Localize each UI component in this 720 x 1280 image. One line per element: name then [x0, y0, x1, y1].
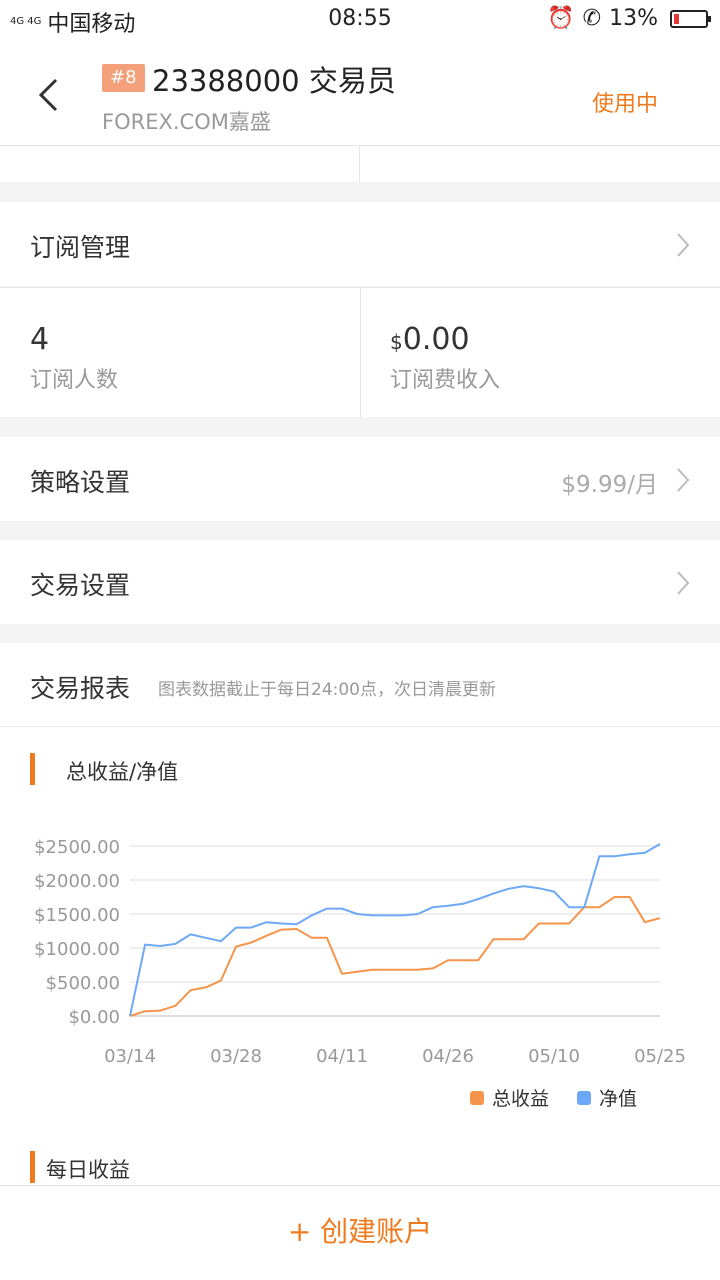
currency-symbol: $ [390, 330, 403, 354]
chevron-right-icon [677, 233, 690, 257]
report-title: 交易报表 [30, 674, 131, 703]
x-tick-label: 05/25 [634, 1046, 686, 1067]
profit-equity-chart: $0.00 $500.00 $1000.00 $1500.00 $2000.00 $250… [34, 837, 686, 1067]
section-marker [30, 753, 35, 785]
call-hd-icon: ✆ [582, 6, 602, 31]
subscriber-count: 4 [30, 322, 50, 357]
section-marker [30, 1151, 35, 1183]
subscription-management-row[interactable]: 订阅管理 [0, 202, 720, 286]
y-tick-label: $1000.00 [34, 939, 120, 960]
report-note: 图表数据截止于每日24:00点，次日清晨更新 [158, 680, 496, 700]
subscription-stats: 4 订阅人数 $0.00 订阅费收入 [0, 287, 720, 418]
subscription-fee: $0.00 [390, 322, 470, 357]
battery-icon [670, 9, 711, 28]
status-bar: 4G 4G 中国移动 08:55 ⏰ ✆ 13% [0, 0, 720, 40]
page-header: #8 23388000 交易员 FOREX.COM嘉盛 使用中 [0, 40, 720, 146]
trading-settings-label: 交易设置 [30, 571, 131, 600]
scrolled-section-stub [0, 146, 720, 182]
strategy-settings-label: 策略设置 [30, 468, 131, 497]
rank-badge: #8 [102, 64, 145, 92]
legend-item-equity[interactable]: 净值 [577, 1084, 637, 1111]
legend-item-profit[interactable]: 总收益 [470, 1084, 549, 1111]
strategy-price: $9.99/月 [561, 472, 658, 498]
y-tick-label: $2500.00 [34, 837, 120, 858]
chevron-right-icon [677, 571, 690, 595]
x-tick-label: 04/26 [422, 1046, 474, 1067]
legend-swatch [470, 1090, 484, 1105]
subscription-management-label: 订阅管理 [30, 233, 131, 262]
x-tick-label: 05/10 [528, 1046, 580, 1067]
status-label: 使用中 [591, 92, 658, 117]
y-tick-label: $0.00 [68, 1007, 120, 1028]
legend-label: 总收益 [492, 1088, 550, 1110]
y-tick-label: $1500.00 [34, 905, 120, 926]
series-line-equity [129, 843, 661, 1017]
daily-profit-section-title: 每日收益 [46, 1158, 130, 1182]
broker-name: FOREX.COM嘉盛 [102, 110, 271, 134]
legend-swatch [577, 1090, 591, 1105]
report-header: 交易报表 图表数据截止于每日24:00点，次日清晨更新 [0, 643, 720, 727]
legend-label: 净值 [599, 1088, 638, 1110]
chevron-right-icon [677, 468, 690, 492]
account-title: 23388000 交易员 [152, 64, 396, 98]
battery-percent: 13% [609, 6, 658, 31]
subscription-fee-label: 订阅费收入 [390, 368, 501, 393]
subscriber-count-label: 订阅人数 [30, 368, 119, 393]
chart-section-title: 总收益/净值 [66, 760, 179, 784]
trading-settings-row[interactable]: 交易设置 [0, 540, 720, 624]
create-account-button[interactable]: + 创建账户 [0, 1185, 720, 1280]
x-tick-label: 03/28 [210, 1046, 262, 1067]
x-tick-label: 03/14 [104, 1046, 156, 1067]
fee-amount: 0.00 [402, 322, 470, 357]
x-tick-label: 04/11 [316, 1046, 368, 1067]
strategy-settings-row[interactable]: 策略设置 $9.99/月 [0, 437, 720, 521]
y-tick-label: $2000.00 [34, 871, 120, 892]
alarm-icon: ⏰ [547, 6, 575, 31]
back-arrow-icon[interactable] [36, 78, 64, 112]
y-tick-label: $500.00 [46, 973, 120, 994]
